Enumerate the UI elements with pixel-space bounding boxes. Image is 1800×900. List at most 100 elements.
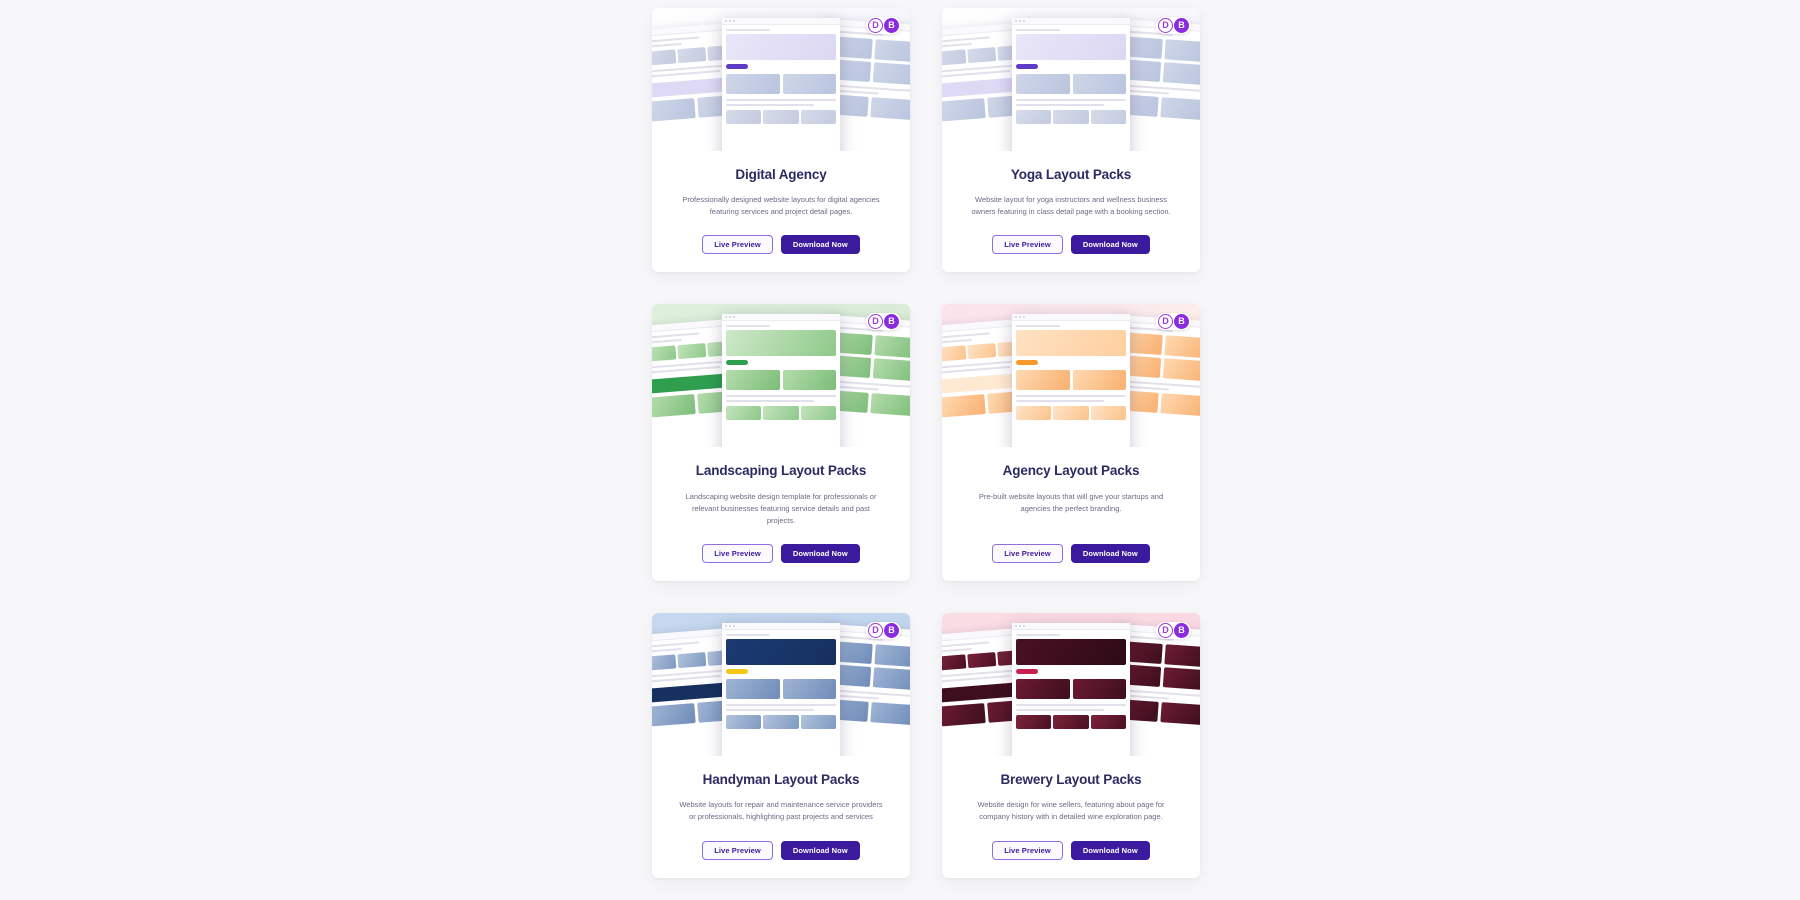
- card-description: Professionally designed website layouts …: [682, 195, 880, 217]
- bloom-badge-icon: B: [1174, 314, 1189, 330]
- divi-badge-icon: D: [868, 18, 883, 33]
- card-actions: Live Preview Download Now: [702, 235, 860, 255]
- mock-browser-bar: [1012, 314, 1130, 322]
- mock-dot-icon: [1019, 625, 1021, 628]
- card-body: Handyman Layout Packs Website layouts for…: [652, 756, 910, 877]
- mockup-screen-center: [722, 314, 840, 448]
- download-now-button[interactable]: Download Now: [780, 235, 860, 255]
- card-body: Yoga Layout Packs Website layout for yoga…: [942, 151, 1200, 272]
- card-body: Digital Agency Professionally designed we…: [652, 151, 910, 272]
- divi-badge-icon: D: [1158, 623, 1173, 639]
- mockup-screen-center: [1012, 18, 1130, 151]
- mock-content: [722, 25, 840, 128]
- download-now-button[interactable]: Download Now: [780, 544, 860, 564]
- live-preview-button[interactable]: Live Preview: [992, 840, 1063, 860]
- mock-dot-icon: [1015, 625, 1017, 628]
- card-title: Agency Layout Packs: [1002, 463, 1140, 479]
- bloom-badge-icon: B: [1174, 623, 1189, 639]
- download-now-button[interactable]: Download Now: [780, 840, 860, 860]
- live-preview-button[interactable]: Live Preview: [992, 544, 1063, 564]
- bloom-badge-icon: B: [1174, 18, 1189, 33]
- product-badges: DB: [1156, 17, 1191, 34]
- card-title: Yoga Layout Packs: [1010, 167, 1132, 182]
- card-description: Website layouts for repair and maintenan…: [679, 800, 883, 822]
- mockup-screen-center: [1012, 623, 1130, 757]
- bloom-badge-icon: B: [884, 18, 899, 33]
- mock-browser-bar: [1012, 18, 1130, 25]
- mock-dot-icon: [1019, 20, 1021, 22]
- card-actions: Live Preview Download Now: [992, 840, 1150, 860]
- mock-dot-icon: [733, 20, 735, 22]
- live-preview-button[interactable]: Live Preview: [992, 235, 1063, 255]
- mock-content: [1012, 25, 1130, 128]
- mock-dot-icon: [1023, 20, 1025, 22]
- product-badges: DB: [1156, 622, 1191, 640]
- mock-dot-icon: [1023, 625, 1025, 628]
- mockup-screen-center: [722, 18, 840, 151]
- card-title: Brewery Layout Packs: [1000, 772, 1142, 788]
- bloom-badge-icon: B: [884, 314, 899, 330]
- mock-dot-icon: [725, 20, 727, 22]
- live-preview-button[interactable]: Live Preview: [702, 840, 773, 860]
- mock-content: [722, 630, 840, 733]
- card-title: Digital Agency: [735, 167, 827, 182]
- mock-content: [1012, 630, 1130, 733]
- card-thumbnail[interactable]: DB: [652, 304, 910, 448]
- card-title: Landscaping Layout Packs: [695, 463, 867, 479]
- mock-dot-icon: [1015, 20, 1017, 22]
- card-actions: Live Preview Download Now: [992, 544, 1150, 564]
- card-actions: Live Preview Download Now: [702, 544, 860, 564]
- divi-badge-icon: D: [868, 623, 883, 639]
- mock-content: [722, 321, 840, 424]
- download-now-button[interactable]: Download Now: [1070, 840, 1150, 860]
- mock-dot-icon: [725, 625, 727, 628]
- card-body: Landscaping Layout Packs Landscaping webs…: [652, 447, 910, 581]
- divi-badge-icon: D: [868, 314, 883, 330]
- card-actions: Live Preview Download Now: [702, 840, 860, 860]
- card-thumbnail[interactable]: DB: [652, 8, 910, 151]
- mock-dot-icon: [1023, 316, 1025, 319]
- mock-browser-bar: [722, 623, 840, 631]
- mockup-screen-center: [722, 623, 840, 757]
- product-badges: DB: [866, 17, 901, 34]
- card-title: Handyman Layout Packs: [702, 772, 860, 788]
- layout-packs-grid: D B Digital Agency Professionally designed …: [652, 8, 1200, 878]
- mock-browser-bar: [722, 18, 840, 25]
- live-preview-button[interactable]: Live Preview: [702, 235, 773, 255]
- download-now-button[interactable]: Download Now: [1070, 544, 1150, 564]
- product-badges: DB: [1156, 313, 1191, 331]
- divi-badge-icon: D: [1158, 18, 1173, 33]
- download-now-button[interactable]: Download Now: [1070, 235, 1150, 255]
- live-preview-button[interactable]: Live Preview: [702, 544, 773, 564]
- card-actions: Live Preview Download Now: [992, 235, 1150, 255]
- layout-pack-card[interactable]: D B Digital Agency Professionally designed …: [652, 8, 910, 273]
- mock-dot-icon: [1015, 316, 1017, 319]
- card-description: Website layout for yoga instructors and …: [971, 195, 1171, 217]
- mock-dot-icon: [729, 20, 731, 22]
- card-thumbnail[interactable]: DB: [652, 613, 910, 757]
- card-description: Pre-built website layouts that will give…: [978, 491, 1164, 513]
- card-body: Agency Layout Packs Pre-built website lay…: [942, 447, 1200, 581]
- divi-badge-icon: D: [1158, 314, 1173, 330]
- mockup-screen-center: [1012, 314, 1130, 448]
- card-thumbnail[interactable]: DB: [942, 8, 1200, 151]
- layout-pack-card[interactable]: D B Brewery Layout Packs Website design for…: [942, 613, 1200, 878]
- card-body: Brewery Layout Packs Website design for w…: [942, 756, 1200, 877]
- mock-dot-icon: [733, 316, 735, 319]
- mock-browser-bar: [1012, 623, 1130, 631]
- layout-pack-card[interactable]: D B Agency Layout Packs Pre-built website l…: [942, 304, 1200, 582]
- card-description: Website design for wine sellers, featuri…: [977, 800, 1165, 822]
- page-root: D B Digital Agency Professionally designed …: [0, 0, 1800, 900]
- layout-pack-card[interactable]: D B Yoga Layout Packs Website layout for yo…: [942, 8, 1200, 273]
- product-badges: DB: [866, 622, 901, 640]
- card-thumbnail[interactable]: DB: [942, 304, 1200, 448]
- product-badges: DB: [866, 313, 901, 331]
- layout-pack-card[interactable]: D B Landscaping Layout Packs Landscaping we…: [652, 304, 910, 582]
- mock-content: [1012, 321, 1130, 424]
- bloom-badge-icon: B: [884, 623, 899, 639]
- mock-browser-bar: [722, 314, 840, 322]
- mock-dot-icon: [729, 625, 731, 628]
- mock-dot-icon: [733, 625, 735, 628]
- card-thumbnail[interactable]: DB: [942, 613, 1200, 757]
- layout-pack-card[interactable]: D B Handyman Layout Packs Website layouts f…: [652, 613, 910, 878]
